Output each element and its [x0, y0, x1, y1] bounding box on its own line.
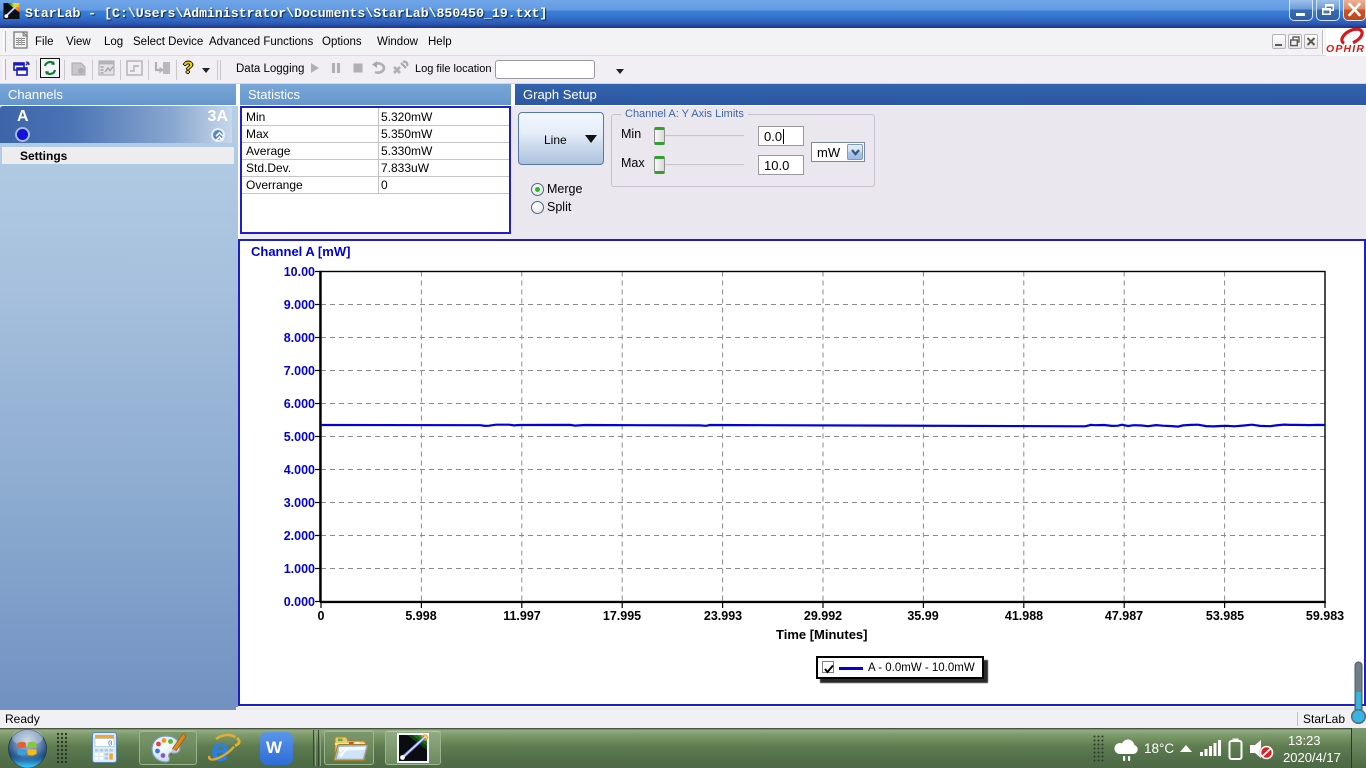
svg-text:OPHIR: OPHIR [1326, 43, 1364, 55]
svg-text:0: 0 [108, 740, 113, 748]
